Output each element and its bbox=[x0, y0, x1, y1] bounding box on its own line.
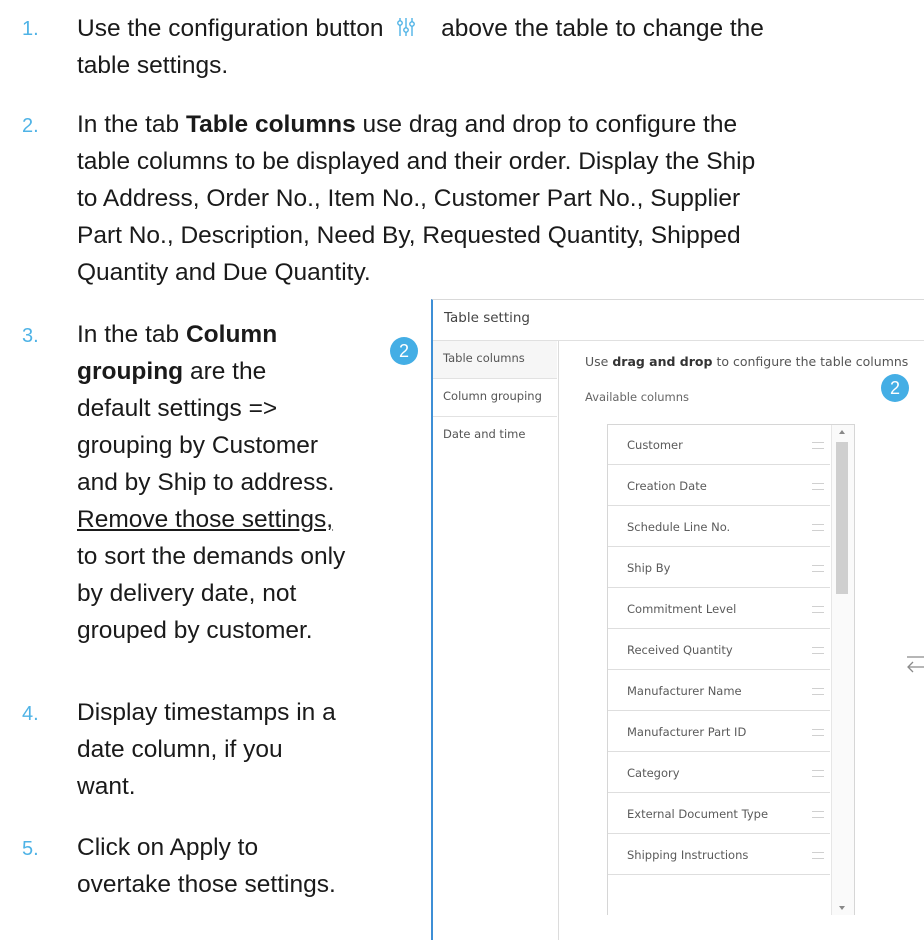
drag-handle-icon[interactable] bbox=[812, 442, 824, 449]
list-scrollbar[interactable] bbox=[831, 425, 854, 915]
list-item[interactable]: Category bbox=[608, 753, 830, 793]
step-2-bold-tab: Table columns bbox=[185, 111, 356, 138]
step-1-number: 1. bbox=[22, 18, 39, 40]
step-1-text: Use the configuration button above the t… bbox=[77, 10, 764, 84]
step-badge-left: 2 bbox=[390, 337, 418, 365]
config-sliders-icon bbox=[397, 18, 416, 36]
list-item[interactable]: Commitment Level bbox=[608, 589, 830, 629]
step-badge-right: 2 bbox=[881, 374, 909, 402]
step-2-line3: to Address, Order No., Item No., Custome… bbox=[77, 185, 741, 212]
tab-date-and-time[interactable]: Date and time bbox=[433, 417, 557, 455]
list-item-label: Manufacturer Name bbox=[627, 684, 742, 698]
step-3-number: 3. bbox=[22, 325, 39, 347]
list-item[interactable]: Received Quantity bbox=[608, 630, 830, 670]
list-item[interactable]: Schedule Line No. bbox=[608, 507, 830, 547]
step-3-line8: by delivery date, not bbox=[77, 580, 297, 607]
instruction-bold: drag and drop bbox=[612, 354, 713, 369]
instruction-text: Use drag and drop to configure the table… bbox=[585, 354, 908, 369]
step-2-line4: Part No., Description, Need By, Requeste… bbox=[77, 222, 741, 249]
list-item-label: Received Quantity bbox=[627, 643, 733, 657]
tab-table-columns[interactable]: Table columns bbox=[433, 341, 557, 379]
instruction-suffix: to configure the table columns bbox=[712, 354, 909, 369]
list-item[interactable]: Shipping Instructions bbox=[608, 835, 830, 875]
list-item-label: Creation Date bbox=[627, 479, 707, 493]
step-3-line3: default settings => bbox=[77, 395, 278, 422]
step-5-line1: Click on Apply to bbox=[77, 834, 259, 861]
available-columns-label: Available columns bbox=[585, 390, 690, 404]
drag-handle-icon[interactable] bbox=[812, 688, 824, 695]
list-item[interactable]: Manufacturer Name bbox=[608, 671, 830, 711]
drag-handle-icon[interactable] bbox=[812, 852, 824, 859]
step-3-underlined: Remove those settings, bbox=[77, 506, 334, 533]
step-2-text: In the tab Table columns use drag and dr… bbox=[77, 106, 755, 291]
step-5-number: 5. bbox=[22, 838, 39, 860]
drag-handle-icon[interactable] bbox=[812, 770, 824, 777]
list-item-label: Category bbox=[627, 766, 680, 780]
list-item[interactable]: Creation Date bbox=[608, 466, 830, 506]
table-setting-dialog: Table setting Table columns Column group… bbox=[431, 299, 924, 940]
step-3-prefix: In the tab bbox=[77, 321, 186, 348]
step-1-line1-end: above the table to change the bbox=[441, 15, 764, 42]
list-item[interactable]: External Document Type bbox=[608, 794, 830, 834]
scroll-down-arrow-icon[interactable] bbox=[839, 906, 845, 910]
step-3-line4: grouping by Customer bbox=[77, 432, 319, 459]
scrollbar-thumb[interactable] bbox=[836, 442, 848, 594]
list-item-label: Shipping Instructions bbox=[627, 848, 749, 862]
list-item[interactable]: Ship By bbox=[608, 548, 830, 588]
drag-handle-icon[interactable] bbox=[812, 606, 824, 613]
step-2-prefix: In the tab bbox=[77, 111, 186, 138]
drag-handle-icon[interactable] bbox=[812, 811, 824, 818]
step-4-line3: want. bbox=[77, 773, 136, 800]
available-columns-list: Customer Creation Date Schedule Line No.… bbox=[607, 424, 855, 915]
step-3-text: In the tab Column grouping are the defau… bbox=[77, 316, 345, 649]
step-1-line2: table settings. bbox=[77, 52, 229, 79]
list-item-label: Schedule Line No. bbox=[627, 520, 731, 534]
list-item-label: Commitment Level bbox=[627, 602, 737, 616]
settings-sidebar: Table columns Column grouping Date and t… bbox=[433, 341, 559, 940]
step-4-text: Display timestamps in a date column, if … bbox=[77, 694, 336, 805]
drag-handle-icon[interactable] bbox=[812, 524, 824, 531]
step-2-suffix: use drag and drop to configure the bbox=[355, 111, 738, 138]
drag-handle-icon[interactable] bbox=[812, 565, 824, 572]
list-item[interactable]: Customer bbox=[608, 425, 830, 465]
instruction-prefix: Use bbox=[585, 354, 613, 369]
drag-handle-icon[interactable] bbox=[812, 483, 824, 490]
step-4-number: 4. bbox=[22, 703, 39, 725]
step-3-line5: and by Ship to address. bbox=[77, 469, 335, 496]
scroll-up-arrow-icon[interactable] bbox=[839, 430, 845, 434]
step-3-suffix: are the bbox=[183, 358, 267, 385]
list-item-label: Manufacturer Part ID bbox=[627, 725, 747, 739]
step-5-text: Click on Apply to overtake those setting… bbox=[77, 829, 336, 903]
step-3-bold-2: grouping bbox=[77, 358, 184, 385]
list-item-label: External Document Type bbox=[627, 807, 769, 821]
dialog-title: Table setting bbox=[444, 310, 531, 326]
list-item[interactable]: Manufacturer Part ID bbox=[608, 712, 830, 752]
step-2-line5: Quantity and Due Quantity. bbox=[77, 259, 371, 286]
dialog-header: Table setting bbox=[433, 300, 924, 341]
drag-handle-icon[interactable] bbox=[812, 729, 824, 736]
step-3-line9: grouped by customer. bbox=[77, 617, 313, 644]
step-5-line2: overtake those settings. bbox=[77, 871, 336, 898]
drag-handle-icon[interactable] bbox=[812, 647, 824, 654]
swap-arrows-icon[interactable] bbox=[904, 648, 924, 676]
step-3-bold-1: Column bbox=[185, 321, 278, 348]
step-4-line2: date column, if you bbox=[77, 736, 283, 763]
step-2-number: 2. bbox=[22, 115, 39, 137]
list-item-label: Customer bbox=[627, 438, 683, 452]
tab-column-grouping[interactable]: Column grouping bbox=[433, 379, 557, 417]
step-4-line1: Display timestamps in a bbox=[77, 699, 336, 726]
list-item-label: Ship By bbox=[627, 561, 671, 575]
step-3-line7: to sort the demands only bbox=[77, 543, 346, 570]
step-2-line2: table columns to be displayed and their … bbox=[77, 148, 756, 175]
step-1-line1-start: Use the configuration button bbox=[77, 15, 384, 42]
